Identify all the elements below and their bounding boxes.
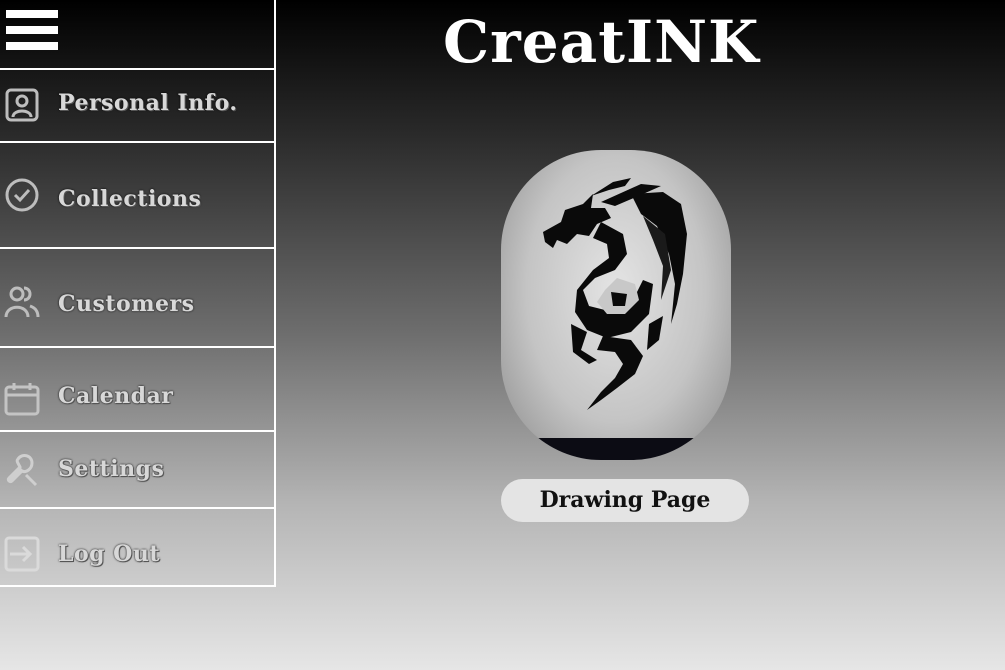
sidebar-item-label: Calendar [58,383,174,409]
sidebar-item-log-out[interactable]: Log Out [0,509,274,585]
sidebar-item-collections[interactable]: Collections [0,143,274,249]
sidebar-item-label: Collections [58,186,202,212]
dragon-tattoo-image [543,178,687,410]
sidebar-item-personal-info[interactable]: Personal Info. [0,70,274,143]
id-card-icon [5,88,39,122]
artwork-base [501,438,731,460]
sidebar: Personal Info. Collections Customers Cal… [0,0,276,587]
sidebar-item-label: Customers [58,291,195,317]
app-title: CreatINK [443,8,760,76]
sidebar-item-label: Personal Info. [58,90,238,116]
wrench-icon [6,454,38,487]
calendar-icon [4,383,40,416]
hamburger-icon[interactable] [6,10,58,56]
check-circle-icon [5,178,39,212]
logout-icon [4,536,40,572]
sidebar-item-calendar[interactable]: Calendar [0,348,274,432]
drawing-page-button[interactable]: Drawing Page [501,479,749,522]
artwork-card[interactable] [501,150,731,460]
sidebar-header [0,0,274,70]
users-icon [4,286,40,318]
sidebar-item-label: Log Out [58,541,161,567]
sidebar-item-customers[interactable]: Customers [0,249,274,348]
sidebar-item-settings[interactable]: Settings [0,432,274,509]
sidebar-item-label: Settings [58,456,165,482]
